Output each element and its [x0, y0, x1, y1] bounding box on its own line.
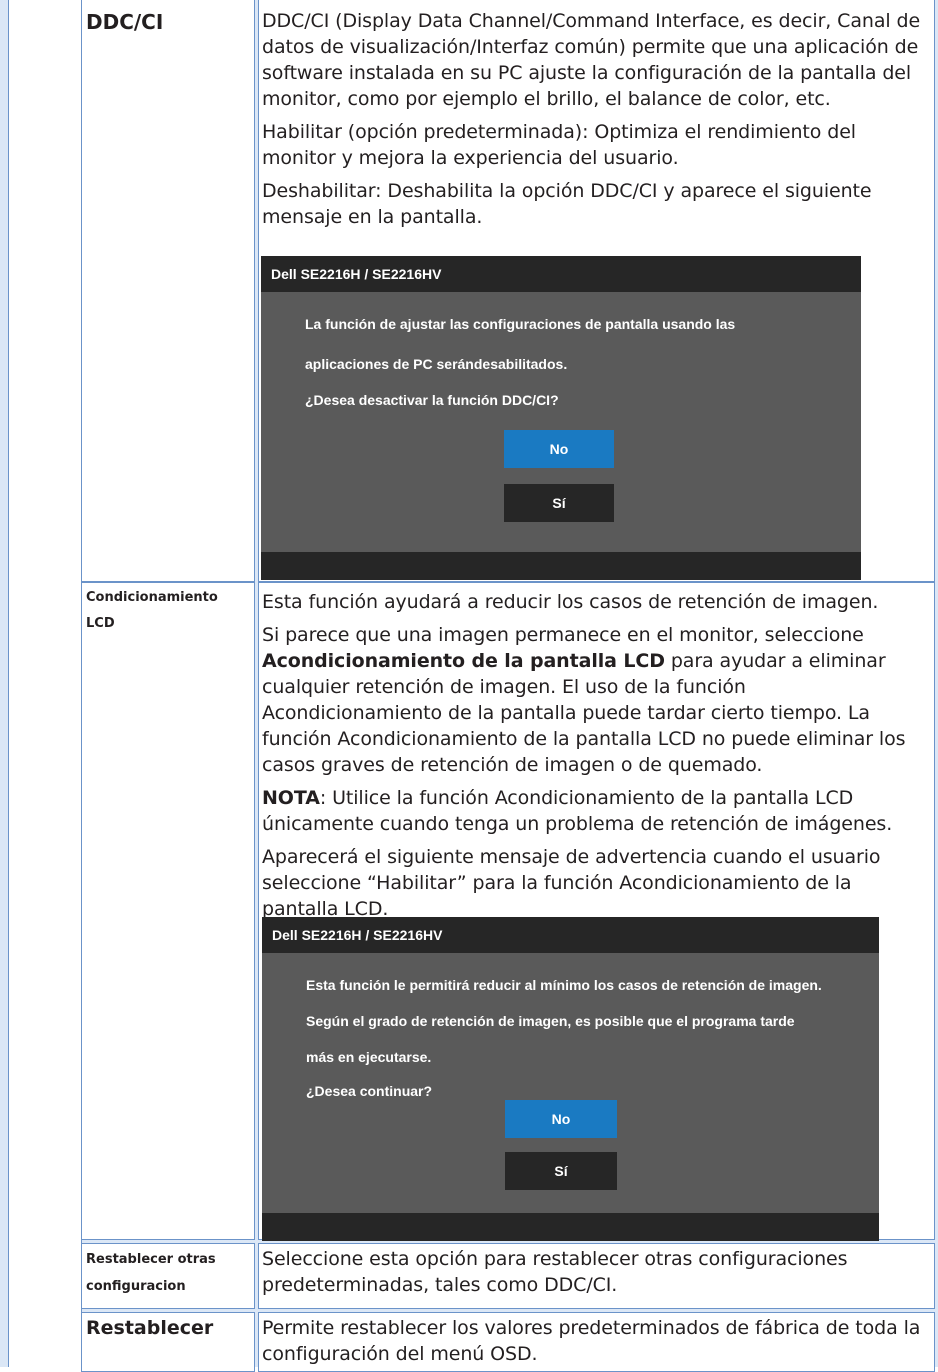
osd-no-button[interactable]: No: [505, 1100, 617, 1138]
osd-footer-bar: [261, 552, 861, 580]
osd-title-bar: Dell SE2216H / SE2216HV: [261, 256, 861, 292]
ddc-paragraph-1: DDC/CI (Display Data Channel/Command Int…: [262, 10, 921, 110]
lcd-paragraph-2-bold: Acondicionamiento de la pantalla LCD: [262, 650, 665, 672]
osd-message-line: Según el grado de retención de imagen, e…: [306, 1013, 795, 1029]
row-label-cell: Condicionamiento LCD: [81, 582, 255, 1240]
lcd-paragraph-2: Si parece que una imagen permanece en el…: [262, 622, 931, 778]
row-label-cell: Restablecer otras configuracion: [81, 1243, 255, 1309]
note-label: NOTA: [262, 787, 320, 809]
row-description-cell: Seleccione esta opción para restablecer …: [258, 1243, 935, 1309]
osd-footer-bar: [262, 1213, 879, 1241]
ddc-paragraph-3: Deshabilitar: Deshabilita la opción DDC/…: [262, 180, 872, 228]
row-label-cell: DDC/CI: [81, 0, 255, 582]
osd-yes-button[interactable]: Sí: [504, 484, 614, 522]
osd-title-bar: Dell SE2216H / SE2216HV: [262, 917, 879, 953]
osd-question: ¿Desea desactivar la función DDC/CI?: [305, 392, 559, 408]
lcd-note: NOTA: Utilice la función Acondicionamien…: [262, 785, 931, 837]
row-description-cell: Permite restablecer los valores predeter…: [258, 1312, 935, 1372]
ddc-osd-dialog: Dell SE2216H / SE2216HV La función de aj…: [261, 256, 861, 580]
osd-message-line: Esta función le permitirá reducir al mín…: [306, 977, 822, 993]
lcd-conditioning-label: Condicionamiento LCD: [86, 590, 218, 631]
reset-other-description: Seleccione esta opción para restablecer …: [262, 1248, 848, 1296]
lcd-paragraph-4: Aparecerá el siguiente mensaje de advert…: [262, 846, 881, 920]
note-text: : Utilice la función Acondicionamiento d…: [262, 787, 893, 835]
osd-no-button[interactable]: No: [504, 430, 614, 468]
reset-other-label: Restablecer otras configuracion: [86, 1252, 216, 1294]
row-label-cell: Restablecer: [81, 1312, 255, 1372]
osd-message-line: aplicaciones de PC serándesabilitados.: [305, 356, 568, 372]
osd-yes-button[interactable]: Sí: [505, 1152, 617, 1190]
row-reset-other: Restablecer otras configuracion Seleccio…: [81, 1243, 935, 1309]
lcd-paragraph-1: Esta función ayudará a reducir los casos…: [262, 591, 879, 613]
lcd-osd-dialog: Dell SE2216H / SE2216HV Esta función le …: [262, 917, 879, 1241]
ddc-ci-label: DDC/CI: [86, 10, 164, 34]
lcd-paragraph-2-start: Si parece que una imagen permanece en el…: [262, 624, 864, 646]
osd-question: ¿Desea continuar?: [306, 1083, 433, 1099]
ddc-paragraph-2: Habilitar (opción predeterminada): Optim…: [262, 121, 856, 169]
osd-message-line: más en ejecutarse.: [306, 1049, 432, 1065]
row-reset: Restablecer Permite restablecer los valo…: [81, 1312, 935, 1372]
reset-label: Restablecer: [86, 1317, 214, 1339]
left-margin-column: [8, 0, 82, 1367]
osd-message-line: La función de ajustar las configuracione…: [305, 316, 736, 332]
reset-description: Permite restablecer los valores predeter…: [262, 1317, 921, 1365]
